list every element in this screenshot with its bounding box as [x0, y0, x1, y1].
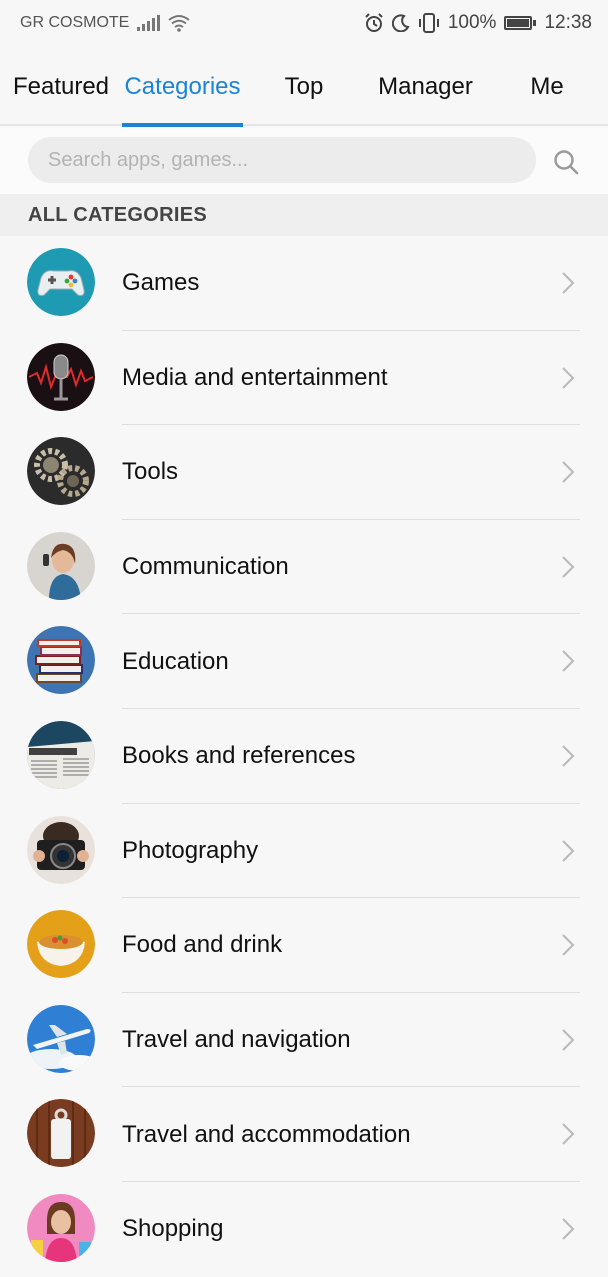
chevron-right-icon [562, 934, 575, 956]
category-label: Shopping [122, 1215, 224, 1243]
category-row-communication[interactable]: Communication [0, 520, 608, 615]
shopping-woman-icon [27, 1193, 95, 1262]
category-label: Communication [122, 553, 289, 581]
category-row-food-and-drink[interactable]: Food and drink [0, 898, 608, 993]
microphone-icon [27, 342, 95, 411]
category-label: Tools [122, 458, 179, 486]
category-list: Games Media and entertainment Tools Comm… [0, 236, 608, 1277]
carrier-name: GR COSMOTE [20, 14, 130, 31]
category-row-photography[interactable]: Photography [0, 804, 608, 899]
battery-percent: 100% [447, 12, 497, 33]
category-label: Travel and navigation [122, 1026, 351, 1054]
moon-icon [391, 14, 410, 32]
clock: 12:38 [544, 12, 592, 33]
tab-featured[interactable]: Featured [13, 48, 109, 126]
vibrate-icon [418, 13, 439, 33]
category-row-education[interactable]: Education [0, 614, 608, 709]
tab-categories[interactable]: Categories [122, 48, 243, 127]
gamepad-icon [27, 248, 95, 316]
alarm-icon [365, 13, 383, 32]
door-sign-icon [27, 1099, 95, 1168]
search-input[interactable] [28, 137, 536, 183]
tab-bar: Featured Categories Top Manager Me [0, 48, 608, 127]
category-row-travel-and-accommodation[interactable]: Travel and accommodation [0, 1087, 608, 1182]
camera-icon [27, 815, 95, 884]
category-row-books-and-references[interactable]: Books and references [0, 709, 608, 804]
tab-top[interactable]: Top [280, 48, 328, 126]
status-bar: GR COSMOTE 100% 12:38 [0, 0, 608, 46]
category-label: Travel and accommodation [122, 1120, 411, 1148]
person-phone-icon [27, 531, 95, 600]
books-icon [27, 626, 95, 695]
category-label: Food and drink [122, 931, 283, 959]
chevron-right-icon [562, 745, 575, 767]
chevron-right-icon [562, 461, 575, 483]
category-label: Games [122, 269, 200, 297]
category-label: Photography [122, 836, 259, 864]
category-label: Books and references [122, 742, 356, 770]
category-row-tools[interactable]: Tools [0, 425, 608, 520]
newspaper-icon [27, 720, 95, 789]
search-bar [0, 128, 608, 194]
search-icon[interactable] [552, 148, 580, 176]
category-label: Media and entertainment [122, 363, 388, 391]
food-bowl-icon [27, 910, 95, 979]
airplane-icon [27, 1004, 95, 1073]
category-row-shopping[interactable]: Shopping [0, 1182, 608, 1277]
category-row-media-and-entertainment[interactable]: Media and entertainment [0, 331, 608, 426]
signal-icon [137, 15, 161, 31]
category-row-games[interactable]: Games [0, 236, 608, 331]
chevron-right-icon [562, 556, 575, 578]
chevron-right-icon [562, 366, 575, 389]
tab-me[interactable]: Me [526, 48, 568, 126]
category-row-travel-and-navigation[interactable]: Travel and navigation [0, 993, 608, 1088]
battery-icon [504, 16, 537, 30]
gears-icon [27, 437, 95, 506]
chevron-right-icon [562, 1029, 575, 1051]
section-title: ALL CATEGORIES [0, 194, 608, 236]
chevron-right-icon [562, 1218, 575, 1240]
category-label: Education [122, 647, 229, 675]
chevron-right-icon [562, 839, 575, 862]
wifi-icon [168, 15, 190, 32]
chevron-right-icon [562, 272, 575, 294]
chevron-right-icon [562, 1123, 575, 1146]
chevron-right-icon [562, 650, 575, 673]
tab-manager[interactable]: Manager [378, 48, 473, 126]
